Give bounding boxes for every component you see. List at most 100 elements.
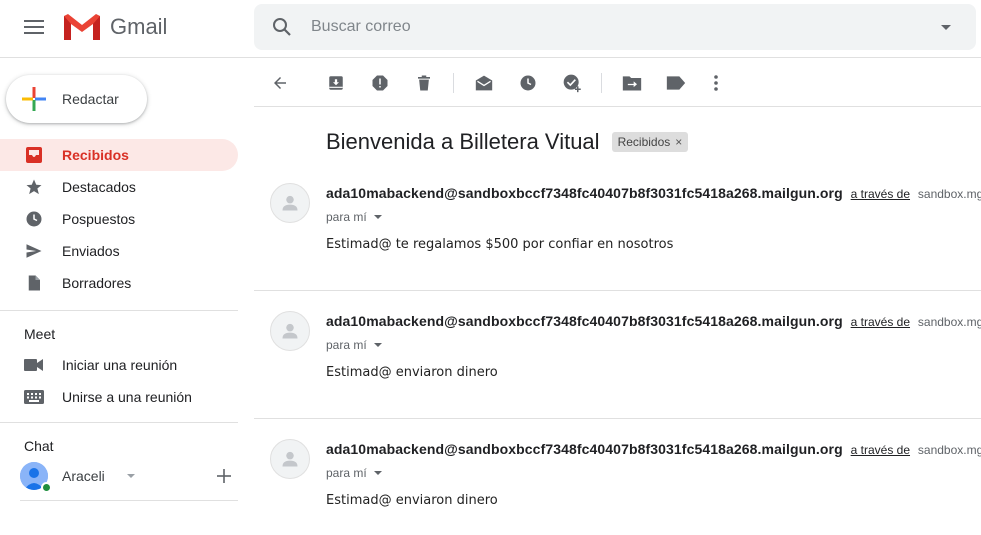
- status-dropdown-icon[interactable]: [125, 470, 137, 482]
- join-meeting-item[interactable]: Unirse a una reunión: [0, 381, 238, 413]
- email-message[interactable]: ada10mabackend@sandboxbccf7348fc40407b8f…: [254, 311, 981, 439]
- via-link[interactable]: a través de: [851, 187, 910, 201]
- add-to-tasks-button[interactable]: [560, 71, 584, 95]
- toolbar-separator: [601, 73, 602, 93]
- archive-button[interactable]: [324, 71, 348, 95]
- remove-label-icon[interactable]: ×: [675, 135, 682, 149]
- via-domain: sandbox.mg...: [917, 187, 981, 201]
- sidebar-item-label: Pospuestos: [62, 211, 136, 227]
- sidebar-item-drafts[interactable]: Borradores: [0, 267, 238, 299]
- top-header: Gmail: [0, 0, 981, 58]
- sender-email[interactable]: ada10mabackend@sandboxbccf7348fc40407b8f…: [326, 441, 843, 457]
- recipient-text: para mí: [326, 210, 367, 224]
- via-link[interactable]: a través de: [851, 315, 910, 329]
- recipient-details[interactable]: para mí: [326, 210, 383, 224]
- more-vertical-icon: [714, 75, 718, 91]
- via-domain: sandbox.mg...: [917, 315, 981, 329]
- archive-icon: [329, 76, 343, 90]
- sidebar-item-inbox[interactable]: Recibidos: [0, 139, 238, 171]
- join-meeting-label: Unirse a una reunión: [62, 389, 192, 405]
- label-tag-icon: [666, 76, 686, 90]
- move-to-folder-icon: [622, 76, 642, 91]
- search-options-dropdown-icon[interactable]: [934, 15, 958, 39]
- chat-section-title: Chat: [24, 438, 54, 454]
- add-task-icon: [563, 74, 581, 93]
- meet-section-title: Meet: [24, 326, 56, 342]
- default-person-icon: [282, 195, 298, 211]
- default-person-icon: [282, 451, 298, 467]
- sidebar-divider: [0, 310, 238, 311]
- search-input[interactable]: [311, 15, 911, 39]
- sender-avatar: [270, 439, 310, 479]
- delete-button[interactable]: [412, 71, 436, 95]
- more-options-button[interactable]: [704, 71, 728, 95]
- recipient-text: para mí: [326, 338, 367, 352]
- main-menu-button[interactable]: [18, 11, 50, 43]
- trash-icon: [418, 75, 430, 91]
- message-divider: [254, 418, 981, 419]
- via-domain: sandbox.mg...: [917, 443, 981, 457]
- sidebar-item-label: Enviados: [62, 243, 120, 259]
- draft-icon: [28, 275, 40, 291]
- sender-line: ada10mabackend@sandboxbccf7348fc40407b8f…: [326, 185, 981, 201]
- email-message[interactable]: ada10mabackend@sandboxbccf7348fc40407b8f…: [254, 183, 981, 311]
- toolbar-separator: [453, 73, 454, 93]
- mark-unread-icon: [475, 75, 493, 91]
- sender-email[interactable]: ada10mabackend@sandboxbccf7348fc40407b8f…: [326, 313, 843, 329]
- message-body: Estimad@ enviaron dinero: [326, 365, 498, 380]
- new-chat-plus-icon[interactable]: [214, 466, 234, 486]
- compose-button[interactable]: Redactar: [6, 75, 147, 123]
- recipient-details[interactable]: para mí: [326, 338, 383, 352]
- search-bar[interactable]: [254, 4, 976, 50]
- sender-avatar: [270, 311, 310, 351]
- message-divider: [254, 290, 981, 291]
- labels-button[interactable]: [664, 71, 688, 95]
- video-icon: [24, 359, 43, 371]
- meet-nav: Iniciar una reunión Unirse a una reunión: [0, 349, 238, 413]
- search-icon[interactable]: [270, 15, 294, 39]
- keyboard-icon: [24, 390, 44, 404]
- recipient-text: para mí: [326, 466, 367, 480]
- start-meeting-item[interactable]: Iniciar una reunión: [0, 349, 238, 381]
- back-arrow-icon: [274, 77, 286, 89]
- clock-icon: [26, 211, 42, 227]
- email-message[interactable]: ada10mabackend@sandboxbccf7348fc40407b8f…: [254, 439, 981, 535]
- details-dropdown-icon[interactable]: [373, 212, 383, 222]
- via-link[interactable]: a través de: [851, 443, 910, 457]
- back-button[interactable]: [268, 71, 292, 95]
- gmail-logo-text: Gmail: [110, 14, 168, 39]
- sidebar-item-label: Borradores: [62, 275, 132, 291]
- compose-plus-icon: [22, 87, 46, 111]
- chat-user-name: Araceli: [62, 468, 105, 484]
- hamburger-menu-icon: [24, 20, 44, 34]
- move-to-button[interactable]: [620, 71, 644, 95]
- gmail-logo[interactable]: Gmail: [62, 12, 167, 42]
- sender-line: ada10mabackend@sandboxbccf7348fc40407b8f…: [326, 441, 981, 457]
- sidebar-item-sent[interactable]: Enviados: [0, 235, 238, 267]
- sender-line: ada10mabackend@sandboxbccf7348fc40407b8f…: [326, 313, 981, 329]
- sidebar-item-label: Recibidos: [62, 147, 129, 163]
- sender-email[interactable]: ada10mabackend@sandboxbccf7348fc40407b8f…: [326, 185, 843, 201]
- report-spam-button[interactable]: [368, 71, 392, 95]
- sidebar-item-starred[interactable]: Destacados: [0, 171, 238, 203]
- star-icon: [26, 179, 42, 195]
- gmail-m-icon: [64, 14, 100, 40]
- details-dropdown-icon[interactable]: [373, 468, 383, 478]
- chat-divider: [20, 500, 238, 501]
- sidebar-divider: [0, 422, 238, 423]
- message-toolbar: [254, 59, 981, 107]
- recipient-details[interactable]: para mí: [326, 466, 383, 480]
- snooze-button[interactable]: [516, 71, 540, 95]
- default-person-icon: [282, 323, 298, 339]
- inbox-icon: [26, 147, 42, 163]
- label-chip-text: Recibidos: [617, 135, 671, 149]
- chat-user-selector[interactable]: Araceli: [20, 460, 238, 492]
- report-spam-icon: [372, 75, 388, 91]
- inbox-label-chip[interactable]: Recibidos ×: [611, 132, 689, 152]
- mark-unread-button[interactable]: [472, 71, 496, 95]
- snooze-clock-icon: [520, 75, 536, 91]
- sidebar-item-snoozed[interactable]: Pospuestos: [0, 203, 238, 235]
- details-dropdown-icon[interactable]: [373, 340, 383, 350]
- message-body: Estimad@ enviaron dinero: [326, 493, 498, 508]
- send-icon: [26, 244, 42, 258]
